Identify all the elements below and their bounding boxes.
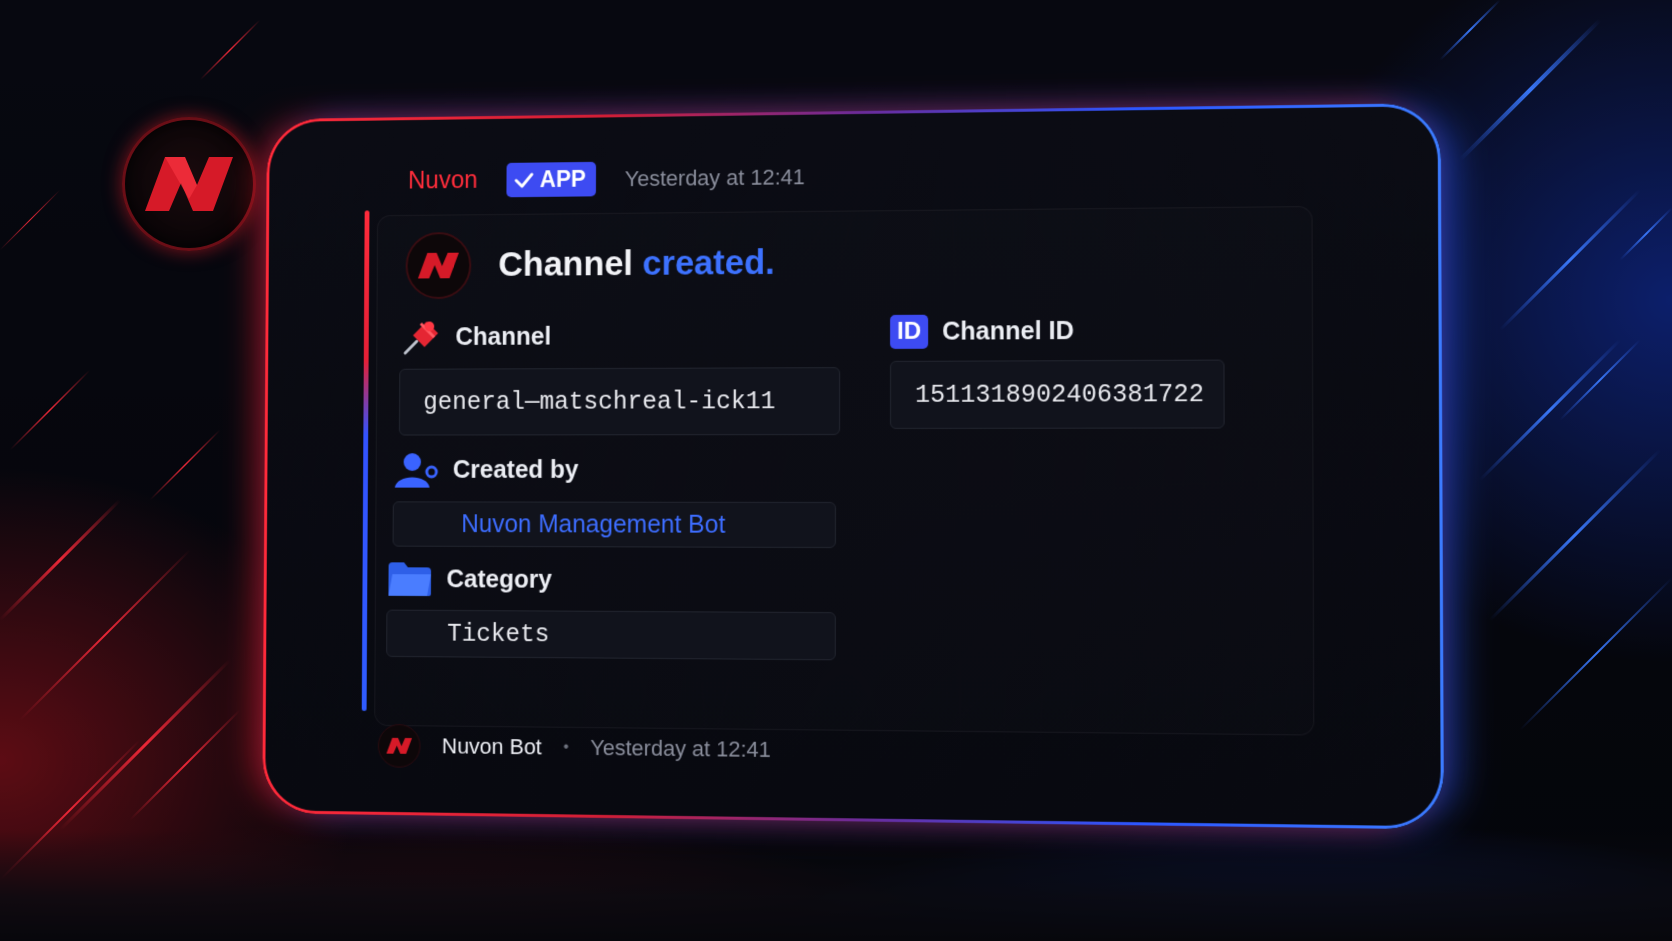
category-value: Tickets — [447, 619, 550, 649]
category-value-box[interactable]: Tickets — [386, 609, 836, 661]
folder-icon — [388, 562, 432, 597]
nuvon-logo-icon — [386, 737, 412, 755]
user-gear-icon — [394, 453, 440, 488]
reflective-floor — [0, 831, 1672, 941]
embed-avatar — [405, 231, 472, 300]
pushpin-icon — [399, 318, 442, 357]
field-category: Category Tickets — [386, 560, 836, 661]
field-channel: Channel general—matschreal-ick11 — [398, 315, 841, 436]
field-channel-id-label: ID Channel ID — [890, 313, 1224, 349]
message-header: Nuvon APP Yesterday at 12:41 — [408, 159, 805, 198]
field-channel-label-text: Channel — [455, 322, 552, 351]
channel-id-value-box[interactable]: 1511318902406381722 — [890, 359, 1225, 429]
field-category-label-text: Category — [446, 565, 552, 594]
channel-value: general—matschreal-ick11 — [423, 386, 776, 417]
checkmark-icon — [514, 171, 533, 189]
footer-avatar — [377, 723, 421, 768]
nuvon-avatar[interactable] — [122, 117, 256, 251]
id-badge-icon: ID — [890, 314, 929, 349]
channel-id-value: 1511318902406381722 — [915, 379, 1205, 410]
field-channel-id: ID Channel ID 1511318902406381722 — [890, 313, 1225, 429]
message-card: Nuvon APP Yesterday at 12:41 Channel cre… — [262, 103, 1445, 830]
footer-timestamp: Yesterday at 12:41 — [590, 735, 771, 763]
nuvon-logo-icon — [145, 157, 233, 211]
embed-title-accent: created. — [642, 243, 775, 283]
nuvon-logo-icon — [417, 252, 459, 279]
field-created-by-label: Created by — [393, 450, 836, 490]
field-category-label: Category — [386, 560, 835, 600]
footer-separator: • — [563, 738, 569, 756]
message-timestamp[interactable]: Yesterday at 12:41 — [625, 164, 805, 192]
scene-background: Nuvon APP Yesterday at 12:41 Channel cre… — [0, 0, 1672, 941]
field-created-by: Created by Nuvon Management Bot — [392, 450, 836, 549]
created-by-value-box: Nuvon Management Bot — [392, 501, 836, 549]
created-by-link[interactable]: Nuvon Management Bot — [461, 510, 725, 539]
field-created-by-label-text: Created by — [452, 455, 579, 484]
app-badge: APP — [506, 161, 596, 198]
app-badge-label: APP — [539, 165, 586, 193]
channel-value-box[interactable]: general—matschreal-ick11 — [398, 367, 841, 436]
embed-title: Channel created. — [498, 243, 775, 285]
field-channel-id-label-text: Channel ID — [942, 316, 1074, 346]
footer-name: Nuvon Bot — [441, 733, 542, 760]
author-name[interactable]: Nuvon — [408, 166, 478, 195]
embed-footer: Nuvon Bot • Yesterday at 12:41 — [377, 723, 771, 772]
embed-title-main: Channel — [498, 244, 633, 284]
field-channel-label: Channel — [399, 315, 840, 357]
embed-title-row: Channel created. — [405, 229, 775, 300]
